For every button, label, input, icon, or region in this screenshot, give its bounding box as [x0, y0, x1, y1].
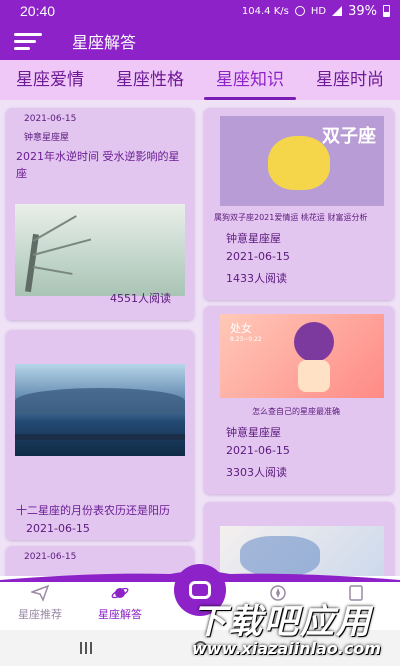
image-date-range: 8.23~9.22 — [230, 336, 262, 343]
watermark: 下载吧应用 www.xiazaiinlao.com — [192, 594, 398, 664]
article-date: 2021-06-15 — [226, 444, 290, 457]
tab-love[interactable]: 星座爱情 — [0, 60, 100, 100]
image-label: 处女 — [230, 322, 252, 335]
nav-recommend[interactable]: 星座推荐 — [0, 584, 80, 622]
page-title: 星座解答 — [72, 33, 137, 52]
article-image — [220, 526, 384, 576]
article-card[interactable]: 双子座 属狗双子座2021爱情运 桃花运 财富运分析 钟意星座屋 2021-06… — [204, 108, 394, 300]
article-image — [15, 364, 185, 456]
watermark-text: 下载吧应用 — [192, 602, 372, 642]
net-speed: 104.4 K/s — [241, 5, 289, 17]
article-image: 处女 8.23~9.22 — [220, 314, 384, 398]
article-reads: 1433人阅读 — [226, 272, 287, 285]
tab-knowledge[interactable]: 星座知识 — [200, 60, 300, 100]
nav-answers[interactable]: 星座解答 — [80, 584, 160, 622]
article-date: 2021-06-15 — [26, 522, 90, 535]
article-card[interactable] — [204, 502, 394, 576]
alarm-icon — [294, 6, 305, 16]
article-author: 钟意星座屋 — [226, 426, 281, 439]
article-card[interactable]: 2021-06-15 钟意星座屋 2021年水逆时间 受水逆影响的星座 4551… — [6, 108, 194, 320]
status-time: 20:40 — [20, 3, 56, 19]
menu-icon[interactable] — [14, 33, 42, 50]
article-author: 钟意星座屋 — [226, 232, 281, 245]
article-image: 双子座 — [220, 116, 384, 206]
signal-icon — [332, 6, 343, 16]
tab-fashion[interactable]: 星座时尚 — [300, 60, 400, 100]
article-card[interactable]: 处女 8.23~9.22 怎么查自己的星座最准确 钟意星座屋 2021-06-15… — [204, 306, 394, 494]
article-author: 钟意星座屋 — [24, 133, 70, 143]
recent-apps-icon[interactable] — [80, 642, 94, 654]
article-date: 2021-06-15 — [24, 114, 77, 124]
article-title: 十二星座的月份表农历还是阳历 — [16, 504, 170, 517]
tab-personality[interactable]: 星座性格 — [100, 60, 200, 100]
network-type: HD — [310, 5, 327, 17]
article-title: 2021年水逆时间 受水逆影响的星座 — [16, 150, 180, 180]
status-bar: 20:40 104.4 K/s HD 39% — [0, 0, 400, 22]
article-caption: 属狗双子座2021爱情运 桃花运 财富运分析 — [214, 213, 368, 222]
article-date: 2021-06-15 — [24, 552, 77, 562]
paper-plane-icon — [31, 584, 49, 602]
watermark-url: www.xiazaiinlao.com — [192, 639, 381, 658]
battery-level: 39% — [348, 3, 377, 19]
article-feed: 2021-06-15 钟意星座屋 2021年水逆时间 受水逆影响的星座 4551… — [0, 100, 400, 576]
planet-icon — [111, 587, 129, 599]
battery-icon — [383, 5, 390, 17]
article-reads: 4551人阅读 — [110, 292, 171, 305]
article-reads: 3303人阅读 — [226, 466, 287, 479]
nav-label: 星座推荐 — [18, 608, 62, 621]
nav-label: 星座解答 — [98, 608, 142, 621]
article-image — [15, 204, 185, 296]
app-bar: 星座解答 — [0, 22, 400, 60]
article-caption: 怎么查自己的星座最准确 — [252, 407, 340, 416]
article-card[interactable]: 十二星座的月份表农历还是阳历 2021-06-15 — [6, 330, 194, 540]
status-icons: 104.4 K/s HD 39% — [242, 4, 390, 19]
category-tabs: 星座爱情 星座性格 星座知识 星座时尚 — [0, 60, 400, 100]
image-label: 双子座 — [322, 126, 376, 147]
article-date: 2021-06-15 — [226, 250, 290, 263]
